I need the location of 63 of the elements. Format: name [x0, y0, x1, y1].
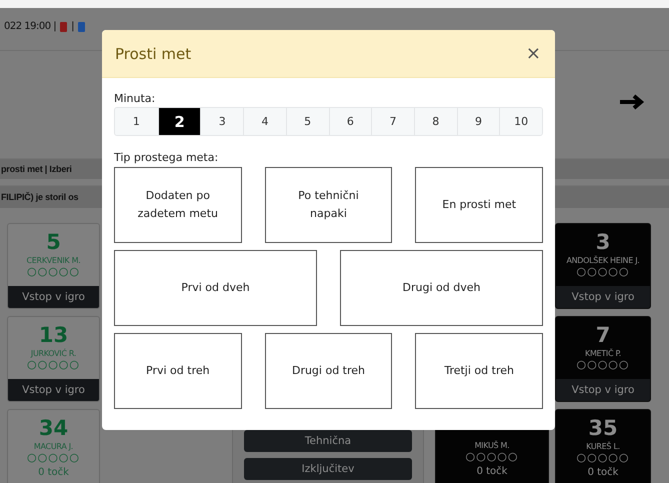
- points-label: 0 točk: [38, 467, 69, 478]
- minute-button[interactable]: 10: [499, 108, 542, 135]
- minute-button[interactable]: 5: [286, 108, 328, 135]
- points-label: 0 točk: [476, 466, 508, 477]
- banner-text: FILIPIČ) je storil os: [0, 192, 78, 202]
- points-label: 0 točk: [588, 467, 618, 478]
- minute-button[interactable]: 8: [414, 108, 457, 135]
- banner-text: prosti met | Izberi: [0, 164, 72, 174]
- player-card[interactable]: 13 JURKOVIĆ R. ○○○○○ Vstop v igro: [7, 316, 100, 402]
- player-name: KUREŠ L.: [586, 442, 620, 451]
- date-time: 022 19:00 |: [4, 21, 56, 32]
- free-throw-type-button[interactable]: Prvi od treh: [114, 333, 242, 409]
- foul-circles: ○○○○○: [576, 451, 630, 465]
- player-number: 7: [596, 323, 610, 347]
- free-throw-type-button[interactable]: Dodaten po zadetem metu: [114, 167, 242, 243]
- minute-button[interactable]: 7: [371, 108, 414, 135]
- separator: |: [71, 21, 74, 32]
- action-button[interactable]: Izključitev: [244, 458, 412, 480]
- enter-game-button[interactable]: Vstop v igro: [8, 379, 99, 401]
- minute-button[interactable]: 3: [200, 108, 244, 135]
- player-card[interactable]: 5 CERKVENIK M. ○○○○○ Vstop v igro: [7, 223, 100, 309]
- free-throw-type-button[interactable]: Drugi od dveh: [340, 250, 543, 326]
- player-number: 13: [38, 323, 68, 347]
- pdf-file-icon[interactable]: [60, 22, 68, 32]
- enter-game-button[interactable]: Vstop v igro: [8, 286, 99, 308]
- minute-button[interactable]: 9: [456, 108, 500, 135]
- type-label: Tip prostega meta:: [114, 151, 220, 164]
- document-icon[interactable]: [78, 22, 86, 32]
- player-number: 3: [596, 230, 610, 254]
- free-throw-type-button[interactable]: Drugi od treh: [264, 333, 392, 409]
- player-name: MIKUŠ M.: [474, 441, 510, 450]
- free-throw-type-button[interactable]: En prosti met: [415, 167, 543, 243]
- free-throw-type-button[interactable]: Po tehnični napaki: [264, 167, 392, 243]
- minute-button[interactable]: 1: [115, 108, 158, 135]
- foul-circles: ○○○○○: [27, 358, 80, 372]
- modal-title: Prosti met: [115, 44, 192, 62]
- player-number: 34: [38, 416, 68, 440]
- player-card[interactable]: 35 KUREŠ L. ○○○○○ 0 točk: [555, 409, 651, 483]
- arrow-right-icon[interactable]: [619, 94, 647, 110]
- player-number: 5: [46, 230, 61, 254]
- player-number: 35: [588, 416, 618, 440]
- minute-button[interactable]: 6: [328, 108, 372, 135]
- player-name: ANDOLŠEK HEINE J.: [566, 256, 640, 265]
- enter-game-button[interactable]: Vstop v igro: [556, 379, 650, 401]
- action-button[interactable]: Tehnična: [244, 430, 412, 452]
- player-card[interactable]: 7 KMETIČ P. ○○○○○ Vstop v igro: [555, 316, 651, 402]
- enter-game-button[interactable]: Vstop v igro: [556, 286, 650, 308]
- player-name: JURKOVIĆ R.: [30, 349, 76, 358]
- player-name: KMETIČ P.: [585, 349, 621, 358]
- minute-button[interactable]: 4: [243, 108, 286, 135]
- foul-circles: ○○○○○: [27, 265, 80, 279]
- foul-circles: ○○○○○: [576, 265, 630, 279]
- foul-circles: ○○○○○: [27, 451, 80, 465]
- close-button[interactable]: ×: [524, 43, 543, 64]
- player-name: MACURA J.: [34, 442, 74, 451]
- foul-circles: ○○○○○: [576, 358, 630, 372]
- free-throw-type-button[interactable]: Prvi od dveh: [114, 250, 317, 326]
- foul-circles: ○○○○○: [466, 450, 518, 464]
- player-name: CERKVENIK M.: [26, 256, 80, 265]
- free-throw-type-button[interactable]: Tretji od treh: [415, 333, 543, 409]
- player-card[interactable]: 3 ANDOLŠEK HEINE J. ○○○○○ Vstop v igro: [555, 223, 651, 309]
- minute-button[interactable]: 2: [158, 108, 200, 135]
- minute-label: Minuta:: [114, 92, 156, 105]
